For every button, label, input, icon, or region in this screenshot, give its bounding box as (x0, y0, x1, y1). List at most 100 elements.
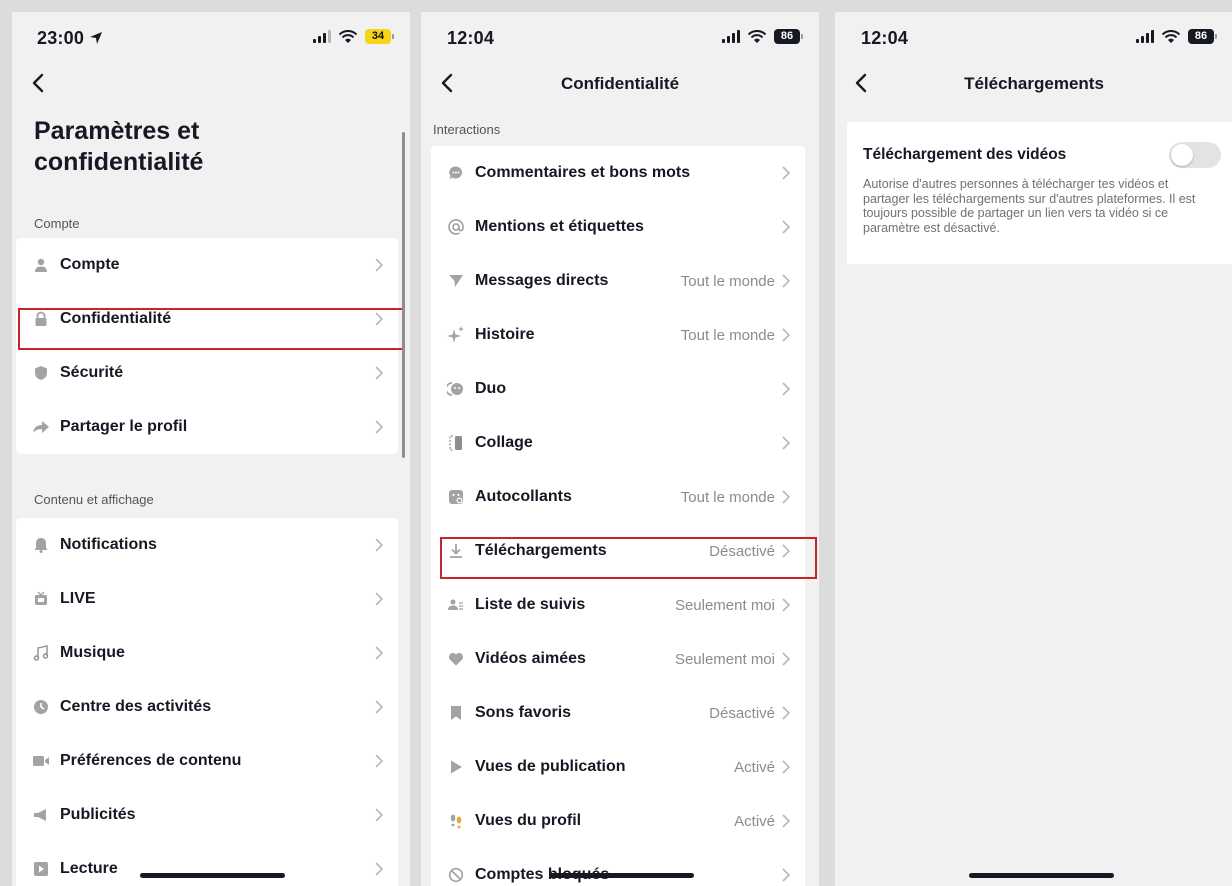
privacy-item-label: Autocollants (475, 488, 572, 505)
privacy-item-downloads[interactable]: Téléchargements Désactivé (431, 524, 805, 578)
send-icon (446, 271, 466, 291)
chevron-right-icon (782, 544, 791, 558)
privacy-item-story[interactable]: Histoire Tout le monde (431, 308, 805, 362)
video-download-setting-card: Téléchargement des vidéos Autorise d'aut… (847, 122, 1232, 264)
section-header-interactions: Interactions (433, 122, 501, 137)
back-arrow-icon[interactable] (24, 68, 54, 98)
settings-item-label: Centre des activités (60, 698, 212, 715)
toggle-knob (1171, 144, 1193, 166)
wifi-icon (1161, 29, 1181, 43)
settings-item-label: Partager le profil (60, 418, 188, 435)
status-time-text: 23:00 (37, 28, 85, 48)
privacy-item-value: Seulement moi (674, 596, 775, 614)
settings-item-security[interactable]: Sécurité (16, 346, 398, 400)
chevron-right-icon (375, 312, 384, 326)
chevron-right-icon (782, 274, 791, 288)
chevron-right-icon (375, 700, 384, 714)
privacy-item-liked-videos[interactable]: Vidéos aimées Seulement moi (431, 632, 805, 686)
privacy-item-following-list[interactable]: Liste de suivis Seulement moi (431, 578, 805, 632)
page-title: Téléchargements (964, 74, 1104, 93)
scrollbar[interactable] (402, 132, 405, 458)
section-header-content: Contenu et affichage (34, 492, 154, 507)
sparkle-icon (446, 325, 466, 345)
settings-item-label: Publicités (60, 806, 136, 823)
location-arrow-icon (90, 32, 103, 44)
settings-item-live[interactable]: LIVE (16, 572, 398, 626)
privacy-item-label: Messages directs (475, 272, 609, 289)
megaphone-icon (31, 805, 51, 825)
privacy-item-stitch[interactable]: Collage (431, 416, 805, 470)
privacy-item-label: Collage (475, 434, 533, 451)
privacy-item-label: Vues de publication (475, 758, 626, 775)
chevron-right-icon (375, 366, 384, 380)
people-icon (446, 595, 466, 615)
privacy-item-value: Seulement moi (674, 650, 775, 668)
settings-item-ads[interactable]: Publicités (16, 788, 398, 842)
at-icon (446, 217, 466, 237)
play-icon (446, 757, 466, 777)
privacy-item-duet[interactable]: Duo (431, 362, 805, 416)
settings-item-label: Notifications (60, 536, 157, 553)
chevron-right-icon (375, 592, 384, 606)
setting-description: Autorise d'autres personnes à télécharge… (863, 177, 1196, 235)
live-tv-icon (31, 589, 51, 609)
battery-icon: 86 (1188, 29, 1217, 44)
privacy-item-value: Tout le monde (680, 488, 775, 506)
privacy-item-label: Duo (475, 380, 507, 397)
status-bar: 12:04 86 (835, 12, 1232, 62)
chevron-right-icon (782, 490, 791, 504)
status-bar: 12:04 86 (421, 12, 819, 62)
privacy-item-label: Commentaires et bons mots (475, 164, 691, 181)
privacy-item-post-views[interactable]: Vues de publication Activé (431, 740, 805, 794)
settings-item-label: Confidentialité (60, 310, 172, 327)
play-box-icon (31, 859, 51, 879)
duet-icon (446, 379, 466, 399)
settings-item-label: LIVE (60, 590, 96, 607)
download-icon (446, 541, 466, 561)
privacy-settings-card: Commentaires et bons mots Mentions et ét… (431, 146, 805, 886)
privacy-item-blocked-accounts[interactable]: Comptes bloqués (431, 848, 805, 886)
wifi-icon (747, 29, 767, 43)
privacy-item-label: Mentions et étiquettes (475, 218, 644, 235)
settings-item-label: Préférences de contenu (60, 752, 242, 769)
video-camera-icon (31, 751, 51, 771)
privacy-item-stickers[interactable]: Autocollants Tout le monde (431, 470, 805, 524)
settings-item-label: Sécurité (60, 364, 124, 381)
home-indicator[interactable] (969, 873, 1114, 878)
privacy-item-mentions[interactable]: Mentions et étiquettes (431, 200, 805, 254)
block-icon (446, 865, 466, 885)
chevron-right-icon (375, 258, 384, 272)
share-icon (31, 417, 51, 437)
settings-item-music[interactable]: Musique (16, 626, 398, 680)
status-time: 12:04 (447, 28, 495, 48)
settings-item-account[interactable]: Compte (16, 238, 398, 292)
privacy-item-label: Liste de suivis (475, 596, 586, 613)
privacy-item-profile-views[interactable]: Vues du profil Activé (431, 794, 805, 848)
chevron-right-icon (782, 868, 791, 882)
settings-item-privacy[interactable]: Confidentialité (16, 292, 398, 346)
chevron-right-icon (375, 646, 384, 660)
chevron-right-icon (782, 814, 791, 828)
settings-item-content-preferences[interactable]: Préférences de contenu (16, 734, 398, 788)
chevron-right-icon (375, 420, 384, 434)
privacy-item-value: Activé (734, 812, 775, 830)
bell-icon (31, 535, 51, 555)
chevron-right-icon (375, 538, 384, 552)
settings-item-share-profile[interactable]: Partager le profil (16, 400, 398, 454)
battery-level: 86 (774, 29, 800, 44)
home-indicator[interactable] (549, 873, 694, 878)
stitch-icon (446, 433, 466, 453)
settings-item-playback[interactable]: Lecture (16, 842, 398, 886)
privacy-item-favorite-sounds[interactable]: Sons favoris Désactivé (431, 686, 805, 740)
privacy-item-comments[interactable]: Commentaires et bons mots (431, 146, 805, 200)
signal-icon (722, 30, 740, 43)
privacy-item-value: Désactivé (709, 542, 775, 560)
settings-item-activity-center[interactable]: Centre des activités (16, 680, 398, 734)
home-indicator[interactable] (140, 873, 285, 878)
battery-level: 86 (1188, 29, 1214, 44)
video-download-toggle[interactable] (1169, 142, 1221, 168)
privacy-item-direct-messages[interactable]: Messages directs Tout le monde (431, 254, 805, 308)
settings-item-notifications[interactable]: Notifications (16, 518, 398, 572)
chevron-right-icon (782, 760, 791, 774)
settings-item-label: Compte (60, 256, 120, 273)
